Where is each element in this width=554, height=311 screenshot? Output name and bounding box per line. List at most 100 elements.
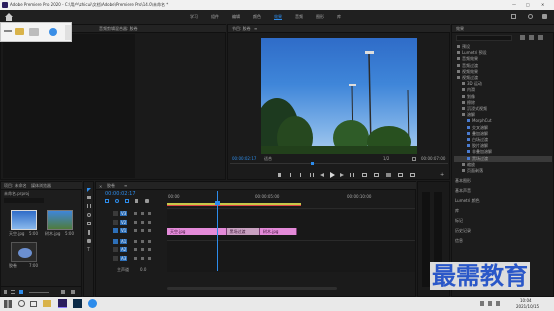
export-frame-icon[interactable] <box>386 173 391 177</box>
eye-icon[interactable] <box>148 212 151 215</box>
effects-tree-item[interactable]: 叠加溶解 <box>454 131 552 137</box>
back-arrow-icon[interactable] <box>4 30 12 32</box>
lift-icon[interactable] <box>362 173 367 177</box>
lock-icon[interactable] <box>4 290 7 294</box>
out-point-icon[interactable] <box>300 173 301 177</box>
search-icon[interactable] <box>18 300 25 307</box>
program-mini-timeline[interactable] <box>230 163 448 166</box>
effects-tree-item[interactable]: 溶解 <box>454 112 552 118</box>
timeline-ruler[interactable]: 00:00 00:00:05:00 00:00:10:00 <box>167 191 415 209</box>
workspace-tab[interactable]: 编辑 <box>232 14 240 19</box>
sync-icon[interactable] <box>141 239 144 243</box>
track-target-toggle[interactable] <box>113 238 118 244</box>
mute-icon[interactable] <box>148 248 151 251</box>
zoom-slider[interactable] <box>29 292 49 293</box>
effects-tree-item[interactable]: 擦除 <box>454 100 552 106</box>
pen-tool-icon[interactable] <box>88 230 90 235</box>
workspace-tab[interactable]: 颜色 <box>253 14 261 19</box>
scroll-up-icon[interactable] <box>65 25 71 40</box>
effects-tree-item[interactable]: 音频效果 <box>454 56 552 62</box>
accelerated-effects-icon[interactable] <box>520 35 525 40</box>
close-sequence-icon[interactable]: ✕ <box>99 184 102 189</box>
in-point-icon[interactable] <box>290 173 291 177</box>
play-icon[interactable] <box>330 172 335 178</box>
workspace-tab[interactable]: 音频 <box>295 14 303 19</box>
lock-icon[interactable] <box>134 212 137 215</box>
share-icon[interactable] <box>511 14 516 19</box>
quick-export-icon[interactable] <box>528 14 533 19</box>
tray-icons[interactable] <box>480 301 510 306</box>
effects-tree-item[interactable]: 交叉溶解 <box>454 125 552 131</box>
eye-icon[interactable] <box>148 220 151 224</box>
track-header-v3[interactable]: V3 <box>105 210 166 217</box>
insert-sequence-icon[interactable] <box>105 199 109 203</box>
side-panel-tab[interactable]: 基本声音 <box>455 188 471 193</box>
task-view-icon[interactable] <box>30 301 37 307</box>
add-marker-icon[interactable] <box>135 199 138 203</box>
clip-thumb-sky[interactable] <box>11 210 37 230</box>
sync-icon[interactable] <box>141 248 144 251</box>
ripple-edit-tool-icon[interactable] <box>87 204 91 208</box>
workspace-tab[interactable]: 图形 <box>316 14 324 19</box>
linked-selection-icon[interactable] <box>125 199 129 203</box>
photoshop-taskbar-icon[interactable] <box>73 299 82 308</box>
workspace-tab[interactable]: 组件 <box>211 14 219 19</box>
workspace-tab[interactable]: 学习 <box>190 14 198 19</box>
yuv-effects-icon[interactable] <box>538 35 543 40</box>
razor-tool-icon[interactable] <box>87 213 91 217</box>
resolution-dropdown[interactable]: 1/2 <box>383 156 389 161</box>
timeline-menu-icon[interactable]: ≡ <box>124 183 127 188</box>
track-target-toggle[interactable] <box>113 255 118 261</box>
side-panel-tab[interactable]: 标记 <box>455 218 463 223</box>
selection-tool-icon[interactable] <box>87 188 91 192</box>
clip-thumb-sequence[interactable] <box>11 242 37 262</box>
track-target-toggle[interactable] <box>113 219 118 225</box>
sync-icon[interactable] <box>141 229 144 232</box>
fit-dropdown[interactable]: 适合 <box>264 156 272 161</box>
add-button-icon[interactable]: + <box>440 172 444 178</box>
effects-tree-item[interactable]: 页面剥落 <box>454 168 552 174</box>
extract-icon[interactable] <box>374 173 379 177</box>
effects-tree-item[interactable]: 缩放 <box>454 162 552 168</box>
track-header-a2[interactable]: A2 <box>105 246 166 253</box>
clip-thumb-trees[interactable] <box>47 210 73 230</box>
mute-icon[interactable] <box>148 256 151 260</box>
panel-menu-icon[interactable]: ≡ <box>254 26 257 31</box>
effects-tree-item[interactable]: 视频效果 <box>454 69 552 75</box>
icon-view-icon[interactable] <box>19 290 23 294</box>
tab-audio-clip-mixer[interactable]: 音频剪辑混合器: 胶卷 <box>99 26 138 31</box>
slip-tool-icon[interactable] <box>87 222 91 225</box>
compare-view-icon[interactable] <box>398 173 403 177</box>
track-target-toggle[interactable] <box>113 211 118 216</box>
project-search-input[interactable] <box>4 198 44 203</box>
windows-start-icon[interactable] <box>4 300 12 308</box>
effects-tree-item[interactable]: 白场过渡 <box>454 137 552 143</box>
timeline-clip[interactable]: 树木.jpg <box>260 228 298 235</box>
transition-clip[interactable]: 黑场过渡 <box>226 228 260 235</box>
lock-icon[interactable] <box>134 239 137 243</box>
track-header-v1[interactable]: V1 <box>105 227 166 234</box>
timeline-sequence-title[interactable]: 胶卷 <box>107 183 115 188</box>
sync-icon[interactable] <box>141 212 144 215</box>
program-playhead-marker[interactable] <box>311 162 314 165</box>
effects-tree-item[interactable]: 胶片溶解 <box>454 143 552 149</box>
close-button[interactable]: ✕ <box>541 2 544 7</box>
taskbar-date[interactable]: 2021/10/15 <box>516 304 539 309</box>
side-panel-tab[interactable]: 信息 <box>455 238 463 243</box>
premiere-taskbar-icon[interactable] <box>58 299 67 308</box>
type-tool-icon[interactable]: T <box>87 247 90 253</box>
effects-tree-item[interactable]: 音频过渡 <box>454 63 552 69</box>
step-forward-icon[interactable] <box>340 173 344 177</box>
workspace-tab[interactable]: 库 <box>337 14 341 19</box>
program-monitor-title[interactable]: 节目: 胶卷 <box>232 26 251 31</box>
go-to-out-icon[interactable] <box>350 173 354 177</box>
minimize-button[interactable]: — <box>512 2 516 7</box>
mute-icon[interactable] <box>148 239 151 243</box>
wrench-icon[interactable] <box>412 157 416 161</box>
sync-icon[interactable] <box>141 220 144 224</box>
track-header-a1[interactable]: A1 <box>105 238 166 245</box>
list-view-icon[interactable] <box>11 290 15 294</box>
sync-icon[interactable] <box>141 256 144 260</box>
side-panel-tab[interactable]: 库 <box>455 208 459 213</box>
track-target-toggle[interactable] <box>113 228 118 233</box>
